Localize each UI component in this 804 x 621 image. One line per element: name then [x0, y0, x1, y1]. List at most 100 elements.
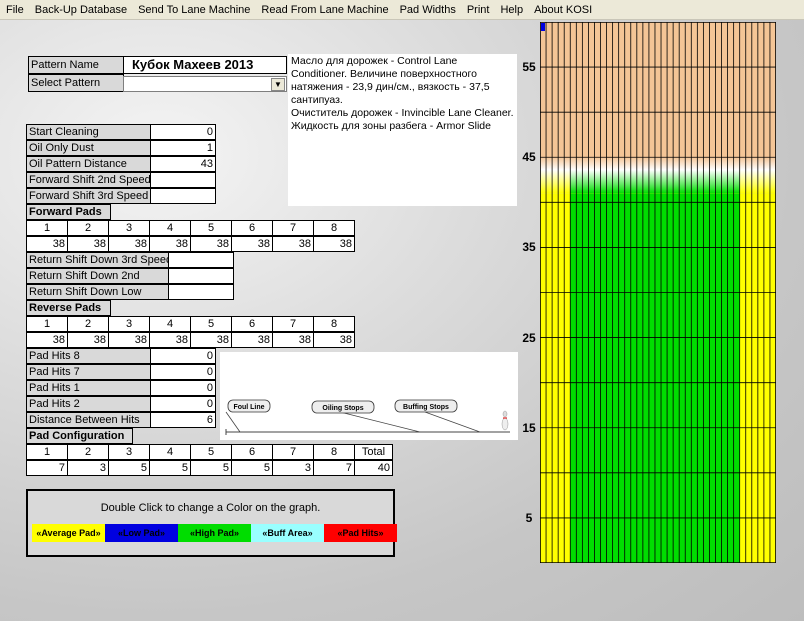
select-pattern-dropdown[interactable]: ▼: [123, 76, 287, 92]
foul-line-label: Foul Line: [233, 404, 264, 411]
distance-between-hits-field[interactable]: 6: [150, 412, 216, 428]
pad-config-value-2[interactable]: 3: [67, 460, 109, 476]
pad-config-header-5: 5: [190, 444, 232, 460]
reverse-pads-header-2: 2: [67, 316, 109, 332]
legend-chip-average-pad[interactable]: «Average Pad»: [32, 524, 105, 542]
reverse-pads-header-4: 4: [149, 316, 191, 332]
menu-read-from-lane-machine[interactable]: Read From Lane Machine: [255, 4, 393, 16]
pad-config-value-6[interactable]: 5: [231, 460, 273, 476]
start-cleaning-field[interactable]: 0: [150, 124, 216, 140]
reverse-pads-title: Reverse Pads: [26, 300, 111, 316]
select-pattern-label: Select Pattern: [28, 74, 124, 92]
menu-backup-database[interactable]: Back-Up Database: [29, 4, 132, 16]
forward-pads-value-6[interactable]: 38: [231, 236, 273, 252]
y-tick-label: 35: [522, 240, 536, 255]
forward-pads-value-8[interactable]: 38: [313, 236, 355, 252]
forward-pads-value-7[interactable]: 38: [272, 236, 314, 252]
return-shift-3rd-label: Return Shift Down 3rd Speed: [26, 252, 169, 268]
pad-config-value-4[interactable]: 5: [149, 460, 191, 476]
oil-pattern-distance-label: Oil Pattern Distance: [26, 156, 151, 172]
pad-hits-2-label: Pad Hits 2: [26, 396, 151, 412]
legend-chip-buff-area[interactable]: «Buff Area»: [251, 524, 324, 542]
lane-oil-graph[interactable]: [540, 22, 776, 564]
pad-configuration-title: Pad Configuration: [26, 428, 133, 444]
menu-print[interactable]: Print: [461, 4, 495, 16]
reverse-pads-header-6: 6: [231, 316, 273, 332]
forward-pads-header-7: 7: [272, 220, 314, 236]
chevron-down-icon[interactable]: ▼: [271, 78, 285, 91]
legend-chip-pad-hits[interactable]: «Pad Hits»: [324, 524, 397, 542]
oil-only-dust-field[interactable]: 1: [150, 140, 216, 156]
start-cleaning-label: Start Cleaning: [26, 124, 151, 140]
forward-pads-value-1[interactable]: 38: [26, 236, 68, 252]
lane-diagram: Foul Line Oiling Stops Buffing Stops: [220, 352, 518, 440]
forward-pads-header-2: 2: [67, 220, 109, 236]
forward-pads-header-8: 8: [313, 220, 355, 236]
color-legend: Double Click to change a Color on the gr…: [26, 489, 397, 557]
forward-pads-header-1: 1: [26, 220, 68, 236]
lane-diagram-svg: Foul Line Oiling Stops Buffing Stops: [225, 399, 510, 435]
return-shift-2nd-label: Return Shift Down 2nd: [26, 268, 169, 284]
pad-hits-7-field[interactable]: 0: [150, 364, 216, 380]
forward-shift-3rd-field[interactable]: [150, 188, 216, 204]
forward-pads-value-5[interactable]: 38: [190, 236, 232, 252]
reverse-pads-value-3[interactable]: 38: [108, 332, 150, 348]
reverse-pads-value-7[interactable]: 38: [272, 332, 314, 348]
forward-pads-title: Forward Pads: [26, 204, 111, 220]
pad-config-header-3: 3: [108, 444, 150, 460]
pad-hits-1-field[interactable]: 0: [150, 380, 216, 396]
pad-config-value-1[interactable]: 7: [26, 460, 68, 476]
forward-pads-value-3[interactable]: 38: [108, 236, 150, 252]
pad-hits-1-label: Pad Hits 1: [26, 380, 151, 396]
pad-config-value-8[interactable]: 7: [313, 460, 355, 476]
y-tick-label: 45: [522, 150, 536, 165]
pad-config-header-6: 6: [231, 444, 273, 460]
forward-pads-value-4[interactable]: 38: [149, 236, 191, 252]
pad-hits-7-label: Pad Hits 7: [26, 364, 151, 380]
reverse-pads-header-8: 8: [313, 316, 355, 332]
reverse-pads-value-8[interactable]: 38: [313, 332, 355, 348]
low-pad-marker: [541, 23, 545, 31]
reverse-pads-value-2[interactable]: 38: [67, 332, 109, 348]
menu-pad-widths[interactable]: Pad Widths: [394, 4, 461, 16]
buffing-stops-label: Buffing Stops: [403, 404, 449, 411]
reverse-pads-value-4[interactable]: 38: [149, 332, 191, 348]
oil-only-dust-label: Oil Only Dust: [26, 140, 151, 156]
reverse-pads-value-5[interactable]: 38: [190, 332, 232, 348]
pattern-name-field[interactable]: Кубок Махеев 2013: [123, 56, 287, 74]
pad-hits-8-field[interactable]: 0: [150, 348, 216, 364]
reverse-pads-header-3: 3: [108, 316, 150, 332]
pad-config-header-8: 8: [313, 444, 355, 460]
menu-help[interactable]: Help: [494, 4, 528, 16]
forward-shift-2nd-field[interactable]: [150, 172, 216, 188]
reverse-pads-header-1: 1: [26, 316, 68, 332]
return-shift-low-field[interactable]: [168, 284, 234, 300]
pad-config-value-7[interactable]: 3: [272, 460, 314, 476]
legend-chip-high-pad[interactable]: «High Pad»: [178, 524, 251, 542]
return-shift-2nd-field[interactable]: [168, 268, 234, 284]
menu-file[interactable]: File: [0, 4, 29, 16]
y-tick-label: 55: [522, 60, 536, 75]
menu-about-kosi[interactable]: About KOSI: [528, 4, 597, 16]
legend-chip-low-pad[interactable]: «Low Pad»: [105, 524, 178, 542]
menu-bar: File Back-Up Database Send To Lane Machi…: [0, 0, 804, 20]
pad-config-value-3[interactable]: 5: [108, 460, 150, 476]
pad-hits-2-field[interactable]: 0: [150, 396, 216, 412]
forward-pads-header-3: 3: [108, 220, 150, 236]
y-tick-label: 5: [525, 510, 533, 525]
reverse-pads-value-6[interactable]: 38: [231, 332, 273, 348]
pattern-description: Масло для дорожек - Control Lane Conditi…: [288, 54, 517, 206]
forward-shift-2nd-label: Forward Shift 2nd Speed: [26, 172, 151, 188]
lane-graph-svg: [540, 22, 776, 564]
forward-shift-3rd-label: Forward Shift 3rd Speed: [26, 188, 151, 204]
return-shift-3rd-field[interactable]: [168, 252, 234, 268]
menu-send-to-lane-machine[interactable]: Send To Lane Machine: [132, 4, 255, 16]
reverse-pads-value-1[interactable]: 38: [26, 332, 68, 348]
pad-config-value-5[interactable]: 5: [190, 460, 232, 476]
forward-pads-value-2[interactable]: 38: [67, 236, 109, 252]
forward-pads-header-5: 5: [190, 220, 232, 236]
oil-pattern-distance-field[interactable]: 43: [150, 156, 216, 172]
distance-between-hits-label: Distance Between Hits: [26, 412, 151, 428]
pad-config-value-total[interactable]: 40: [354, 460, 393, 476]
pad-config-header-4: 4: [149, 444, 191, 460]
